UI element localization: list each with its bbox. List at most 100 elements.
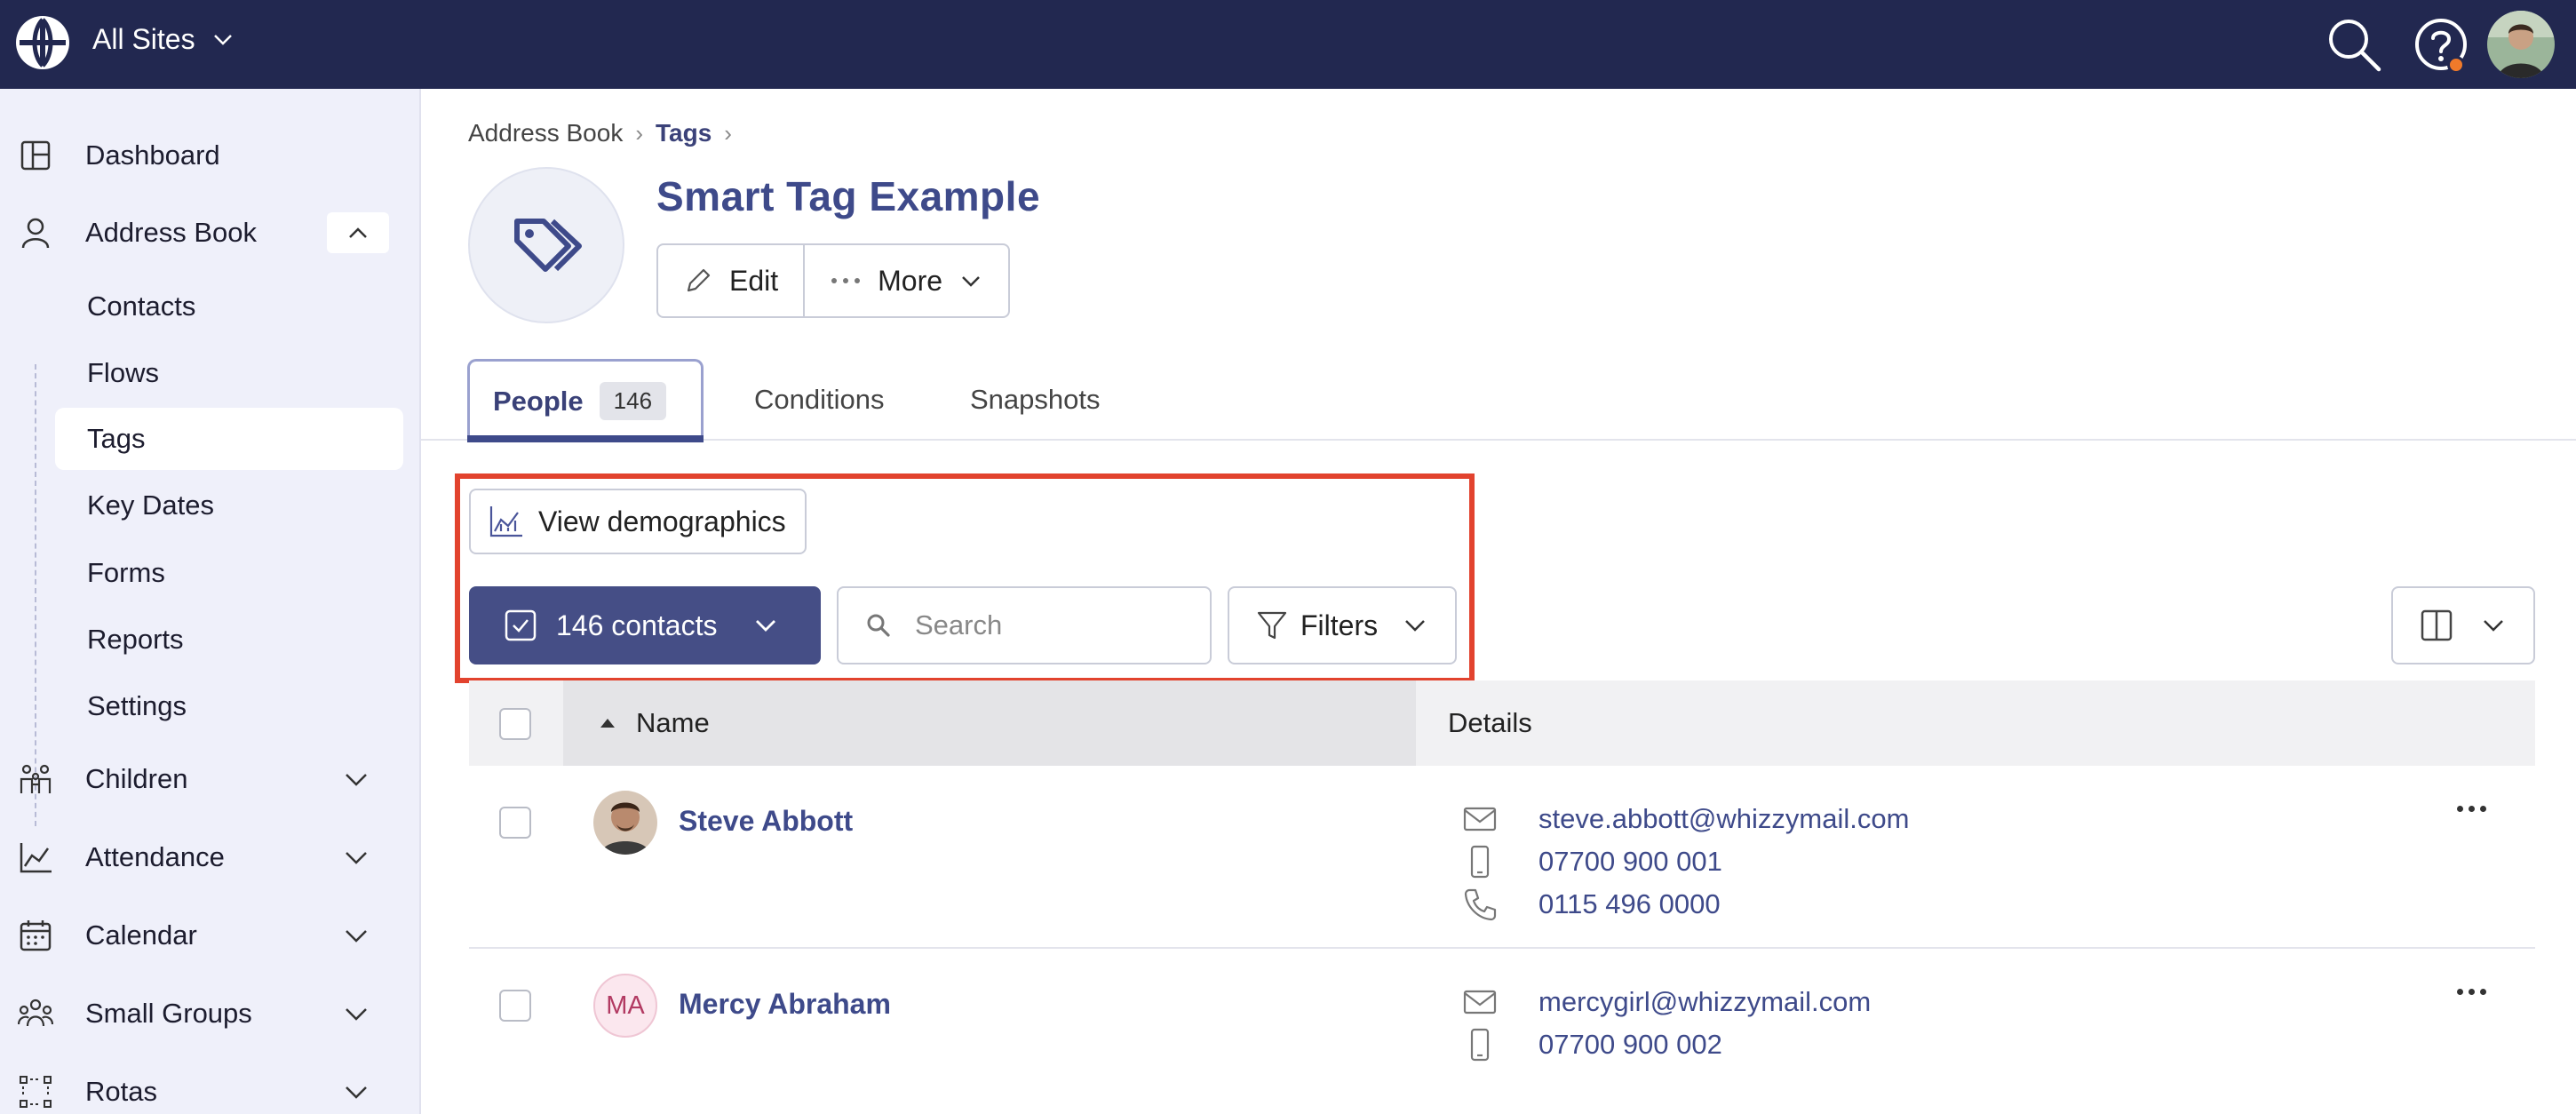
sidebar-item-label: Calendar [85, 919, 197, 951]
notification-dot [2447, 56, 2465, 74]
contacts-select-button[interactable]: 146 contacts [469, 586, 821, 664]
column-header-label: Details [1448, 707, 1532, 738]
sidebar-item-rotas[interactable]: Rotas [0, 1059, 421, 1114]
person-icon [21, 218, 50, 249]
rota-icon [20, 1076, 52, 1108]
avatar [593, 791, 657, 855]
header-button-group: Edit More [656, 243, 1011, 318]
site-selector-label: All Sites [92, 23, 195, 55]
ellipsis-icon [831, 278, 861, 283]
user-avatar[interactable] [2487, 11, 2555, 78]
sidebar-item-attendance[interactable]: Attendance [0, 824, 421, 890]
sidebar-subitem-flows[interactable]: Flows [55, 342, 403, 404]
filters-button-label: Filters [1300, 609, 1379, 641]
sidebar-subitem-label: Reports [87, 624, 184, 655]
sidebar-item-label: Children [85, 763, 188, 794]
sidebar-item-dashboard[interactable]: Dashboard [0, 123, 421, 188]
breadcrumb-root[interactable]: Address Book [468, 119, 623, 147]
search-icon [867, 614, 890, 637]
group-icon [18, 999, 53, 1027]
sidebar-item-small-groups[interactable]: Small Groups [0, 981, 421, 1046]
row-actions-button[interactable] [2445, 791, 2498, 826]
globe-icon[interactable] [14, 14, 71, 71]
tab-label: Conditions [754, 384, 885, 415]
sidebar-item-address-book[interactable]: Address Book [0, 200, 421, 266]
tab-bar: People 146 Conditions Snapshots [421, 359, 2576, 442]
sidebar: Dashboard Address Book Contacts Flows Ta… [0, 89, 421, 1114]
view-demographics-button[interactable]: View demographics [469, 489, 807, 554]
table-row: Steve Abbott steve.abbott@whizzymail.com… [469, 766, 2535, 949]
breadcrumb-current[interactable]: Tags [656, 119, 712, 147]
tab-snapshots[interactable]: Snapshots [970, 359, 1101, 441]
row-checkbox[interactable] [499, 990, 531, 1022]
sidebar-subitem-label: Key Dates [87, 489, 215, 521]
sidebar-subitem-forms[interactable]: Forms [55, 542, 403, 604]
sidebar-item-label: Attendance [85, 841, 225, 872]
sidebar-subitem-label: Flows [87, 357, 159, 388]
phone-link[interactable]: 0115 496 0000 [1538, 888, 1721, 920]
row-actions-button[interactable] [2445, 974, 2498, 1009]
page-title: Smart Tag Example [656, 173, 1041, 219]
more-button[interactable]: More [803, 245, 1008, 316]
mobile-link[interactable]: 07700 900 001 [1538, 846, 1722, 878]
chevron-down-icon [962, 276, 980, 287]
contact-email: steve.abbott@whizzymail.com [1462, 801, 1909, 837]
sidebar-item-label: Dashboard [85, 139, 220, 171]
breadcrumb: Address Book › Tags › [468, 119, 732, 147]
search-input[interactable] [915, 609, 1199, 641]
sidebar-subitem-label: Settings [87, 690, 187, 721]
collapse-button[interactable] [327, 212, 389, 253]
sidebar-subitem-key-dates[interactable]: Key Dates [55, 474, 403, 537]
more-button-label: More [878, 264, 943, 297]
table-header: Name Details [469, 680, 2535, 766]
checkbox-checked-icon [505, 609, 537, 641]
filters-button[interactable]: Filters [1228, 586, 1457, 664]
select-all-checkbox[interactable] [499, 708, 531, 740]
row-checkbox[interactable] [499, 807, 531, 839]
search-box[interactable] [837, 586, 1212, 664]
contact-mobile: 07700 900 002 [1462, 1027, 1722, 1062]
contact-name-link[interactable]: Mercy Abraham [679, 988, 891, 1021]
tab-conditions[interactable]: Conditions [754, 359, 884, 441]
contact-name-link[interactable]: Steve Abbott [679, 805, 853, 838]
children-icon [20, 764, 52, 793]
tab-people[interactable]: People 146 [467, 359, 704, 442]
dashboard-icon [20, 140, 51, 171]
avatar: MA [593, 974, 657, 1038]
email-link[interactable]: steve.abbott@whizzymail.com [1538, 803, 1909, 835]
mail-icon [1463, 990, 1497, 1015]
contact-phone: 0115 496 0000 [1462, 887, 1721, 922]
sort-ascending-icon [600, 719, 615, 728]
mobile-link[interactable]: 07700 900 002 [1538, 1029, 1722, 1061]
edit-button-label: Edit [729, 264, 779, 297]
tag-icon [514, 219, 582, 272]
sidebar-item-children[interactable]: Children [0, 746, 421, 812]
table-row: MA Mercy Abraham mercygirl@whizzymail.co… [469, 949, 2535, 1091]
chevron-down-icon [1405, 620, 1425, 632]
contact-mobile: 07700 900 001 [1462, 844, 1722, 879]
chevron-down-icon [346, 774, 367, 786]
sidebar-subitem-settings[interactable]: Settings [55, 675, 403, 737]
chevron-right-icon: › [635, 119, 643, 147]
chart-icon [20, 843, 52, 873]
column-header-name[interactable]: Name [563, 680, 1416, 766]
column-header-label: Name [636, 707, 710, 738]
sidebar-subitem-tags[interactable]: Tags [55, 408, 403, 470]
sidebar-item-label: Small Groups [85, 998, 252, 1029]
chevron-down-icon [346, 852, 367, 864]
chevron-down-icon [213, 34, 232, 45]
sidebar-subitem-contacts[interactable]: Contacts [55, 275, 403, 338]
columns-toggle-button[interactable] [2391, 586, 2535, 664]
sidebar-subitem-reports[interactable]: Reports [55, 609, 403, 671]
email-link[interactable]: mercygirl@whizzymail.com [1538, 986, 1871, 1018]
columns-icon [2421, 609, 2453, 641]
site-selector[interactable]: All Sites [92, 23, 235, 56]
contacts-count-label: 146 contacts [556, 609, 718, 641]
contact-email: mercygirl@whizzymail.com [1462, 984, 1871, 1020]
sidebar-item-calendar[interactable]: Calendar [0, 903, 421, 968]
edit-button[interactable]: Edit [658, 245, 803, 316]
chevron-down-icon [756, 620, 775, 632]
chart-icon [489, 506, 522, 537]
search-icon[interactable] [2324, 14, 2384, 75]
count-badge: 146 [599, 382, 667, 420]
